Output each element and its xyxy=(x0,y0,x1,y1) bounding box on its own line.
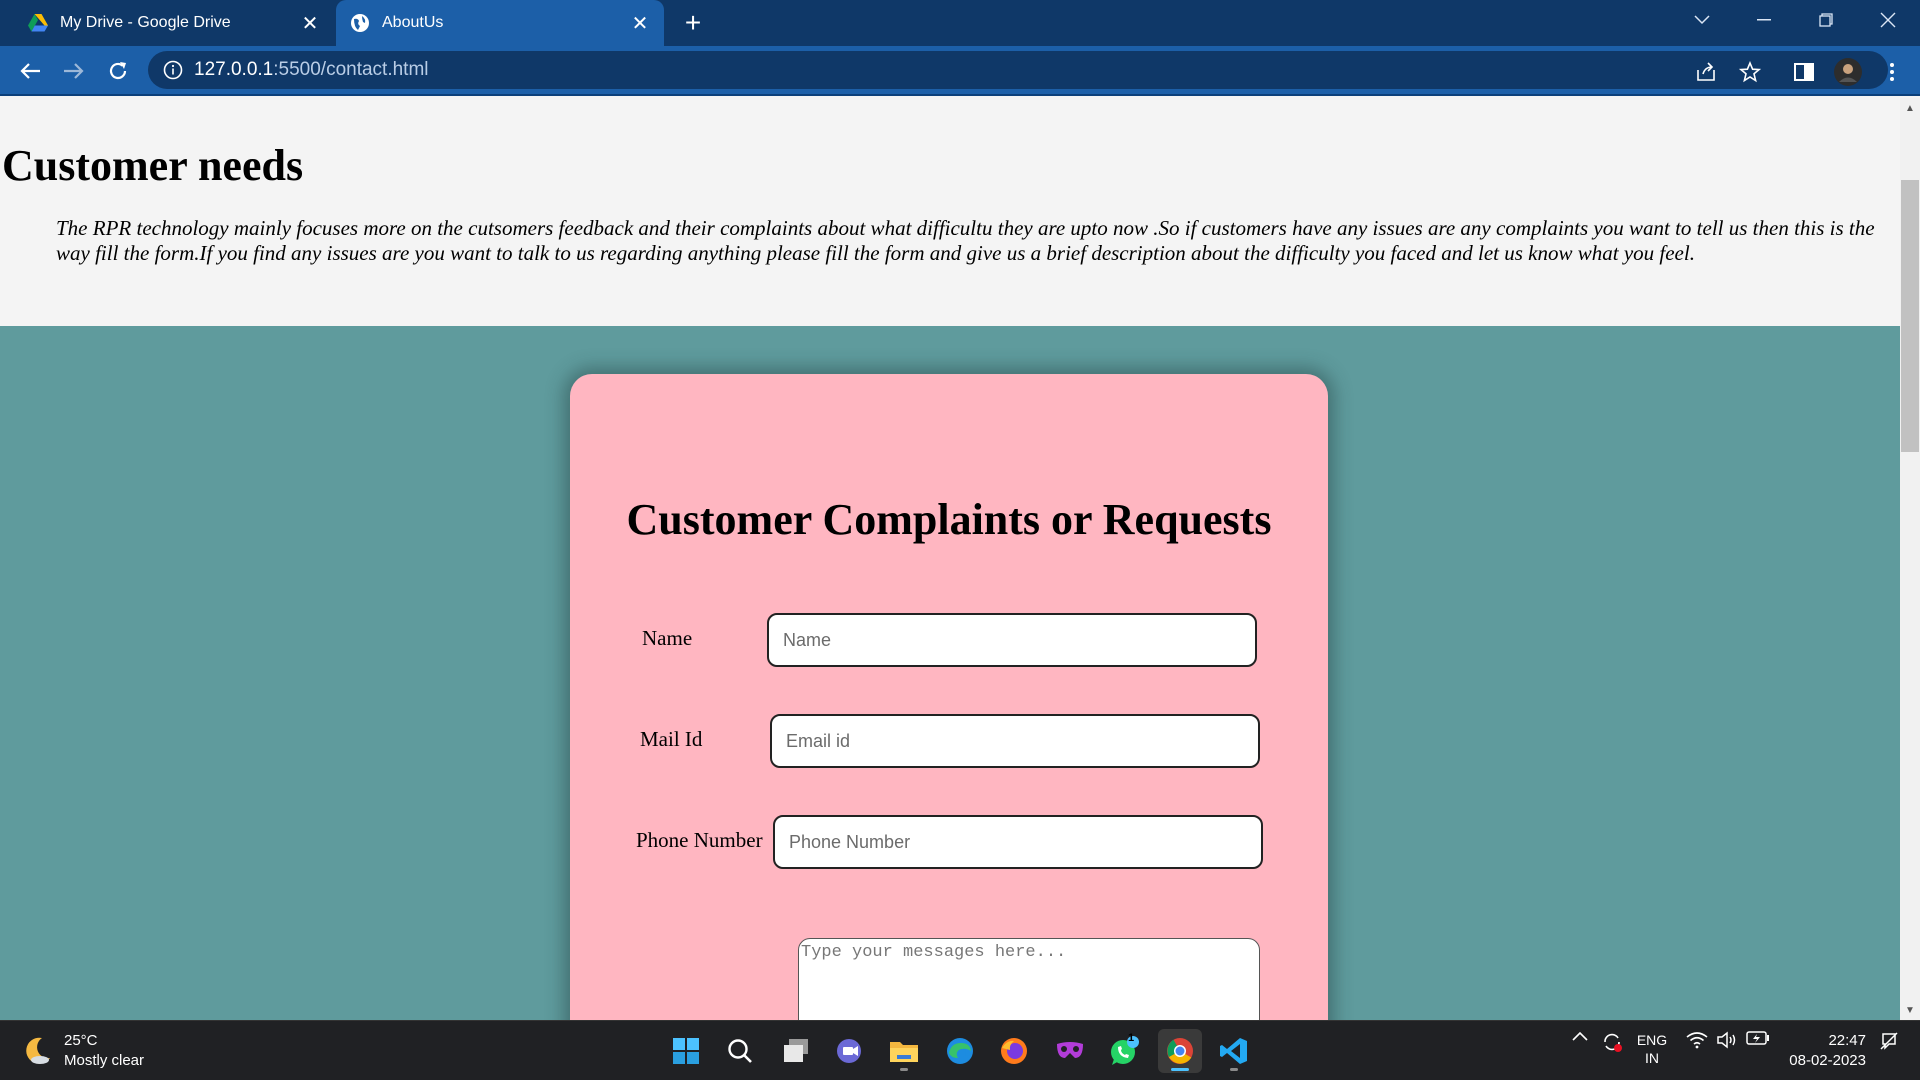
chrome-icon[interactable] xyxy=(1158,1029,1202,1073)
running-indicator xyxy=(1171,1068,1189,1071)
wifi-icon[interactable] xyxy=(1684,1031,1710,1049)
forward-arrow-icon[interactable] xyxy=(58,55,90,87)
tab-aboutus[interactable]: AboutUs ✕ xyxy=(336,0,664,46)
address-bar[interactable]: 127.0.0.1:5500/contact.html xyxy=(148,51,1888,89)
window-close-icon[interactable] xyxy=(1858,0,1918,40)
form-title: Customer Complaints or Requests xyxy=(626,495,1272,544)
running-indicator xyxy=(1230,1068,1238,1071)
edge-browser-icon[interactable] xyxy=(938,1029,982,1073)
start-button[interactable] xyxy=(664,1029,708,1073)
game-mask-app-icon[interactable] xyxy=(1048,1029,1092,1073)
message-textarea[interactable] xyxy=(798,938,1260,1020)
tab-search-chevron-icon[interactable] xyxy=(1672,0,1732,40)
complaint-form-card: Customer Complaints or Requests Name Mai… xyxy=(570,374,1328,1020)
whatsapp-notification-badge: 1 xyxy=(1128,1032,1135,1044)
search-icon[interactable] xyxy=(718,1029,762,1073)
vscode-icon[interactable] xyxy=(1212,1029,1256,1073)
back-arrow-icon[interactable] xyxy=(14,55,46,87)
site-info-icon[interactable] xyxy=(162,59,184,81)
temperature: 25°C xyxy=(64,1032,98,1049)
phone-number-input[interactable] xyxy=(773,815,1263,869)
reload-icon[interactable] xyxy=(102,55,134,87)
moon-weather-icon xyxy=(20,1034,54,1068)
name-input[interactable] xyxy=(767,613,1257,667)
system-clock[interactable]: 22:47 08-02-2023 xyxy=(1776,1031,1866,1071)
sync-icon[interactable] xyxy=(1598,1031,1626,1053)
show-hidden-icons-chevron-icon[interactable] xyxy=(1568,1031,1592,1041)
page-scrollbar[interactable]: ▲ ▼ xyxy=(1900,98,1920,1020)
page-title: Customer needs xyxy=(2,141,304,190)
mail-id-label: Mail Id xyxy=(640,727,703,751)
region-code: IN xyxy=(1645,1050,1659,1066)
phone-number-label: Phone Number xyxy=(636,828,763,852)
email-input[interactable] xyxy=(770,714,1260,768)
notification-center-icon[interactable] xyxy=(1874,1031,1904,1051)
whatsapp-icon[interactable]: 1 xyxy=(1102,1029,1146,1073)
close-icon[interactable]: ✕ xyxy=(296,9,324,37)
profile-avatar-icon[interactable] xyxy=(1834,58,1862,86)
tab-title: My Drive - Google Drive xyxy=(60,14,231,31)
globe-icon xyxy=(350,13,370,33)
close-icon[interactable]: ✕ xyxy=(626,9,654,37)
volume-icon[interactable] xyxy=(1714,1031,1740,1049)
running-indicator xyxy=(900,1068,908,1071)
weather-widget[interactable]: 25°C Mostly clear xyxy=(20,1031,144,1071)
firefox-icon[interactable] xyxy=(992,1029,1036,1073)
scroll-down-arrow-icon[interactable]: ▼ xyxy=(1900,1002,1920,1018)
weather-condition: Mostly clear xyxy=(64,1052,145,1069)
browser-toolbar: 127.0.0.1:5500/contact.html xyxy=(0,46,1920,96)
scrollbar-thumb[interactable] xyxy=(1901,180,1919,452)
language-code: ENG xyxy=(1636,1032,1668,1048)
menu-dots-icon[interactable] xyxy=(1878,58,1906,86)
share-icon[interactable] xyxy=(1692,58,1720,86)
bookmark-star-icon[interactable] xyxy=(1736,58,1764,86)
page-viewport: Customer needs The RPR technology mainly… xyxy=(0,98,1900,1020)
url-text: 127.0.0.1:5500/contact.html xyxy=(194,59,429,80)
new-tab-button[interactable]: + xyxy=(678,7,708,38)
windows-taskbar: 25°C Mostly clear 1 ENG IN 22:47 08-02-2… xyxy=(0,1020,1920,1080)
clock-date: 08-02-2023 xyxy=(1789,1052,1866,1069)
language-indicator[interactable]: ENG IN xyxy=(1632,1031,1672,1067)
file-explorer-icon[interactable] xyxy=(882,1029,926,1073)
clock-time: 22:47 xyxy=(1828,1032,1866,1049)
tab-title: AboutUs xyxy=(382,14,444,31)
minimize-icon[interactable] xyxy=(1734,0,1794,40)
task-view-icon[interactable] xyxy=(774,1029,818,1073)
restore-icon[interactable] xyxy=(1796,0,1856,40)
side-panel-icon[interactable] xyxy=(1790,58,1818,86)
intro-paragraph: The RPR technology mainly focuses more o… xyxy=(56,216,1875,265)
browser-tab-bar: My Drive - Google Drive ✕ AboutUs ✕ + xyxy=(0,0,1920,46)
name-label: Name xyxy=(642,626,693,650)
battery-icon[interactable] xyxy=(1744,1031,1772,1045)
tab-google-drive[interactable]: My Drive - Google Drive ✕ xyxy=(14,0,334,46)
scroll-up-arrow-icon[interactable]: ▲ xyxy=(1900,100,1920,116)
google-drive-icon xyxy=(28,13,48,33)
teams-chat-icon[interactable] xyxy=(828,1029,872,1073)
